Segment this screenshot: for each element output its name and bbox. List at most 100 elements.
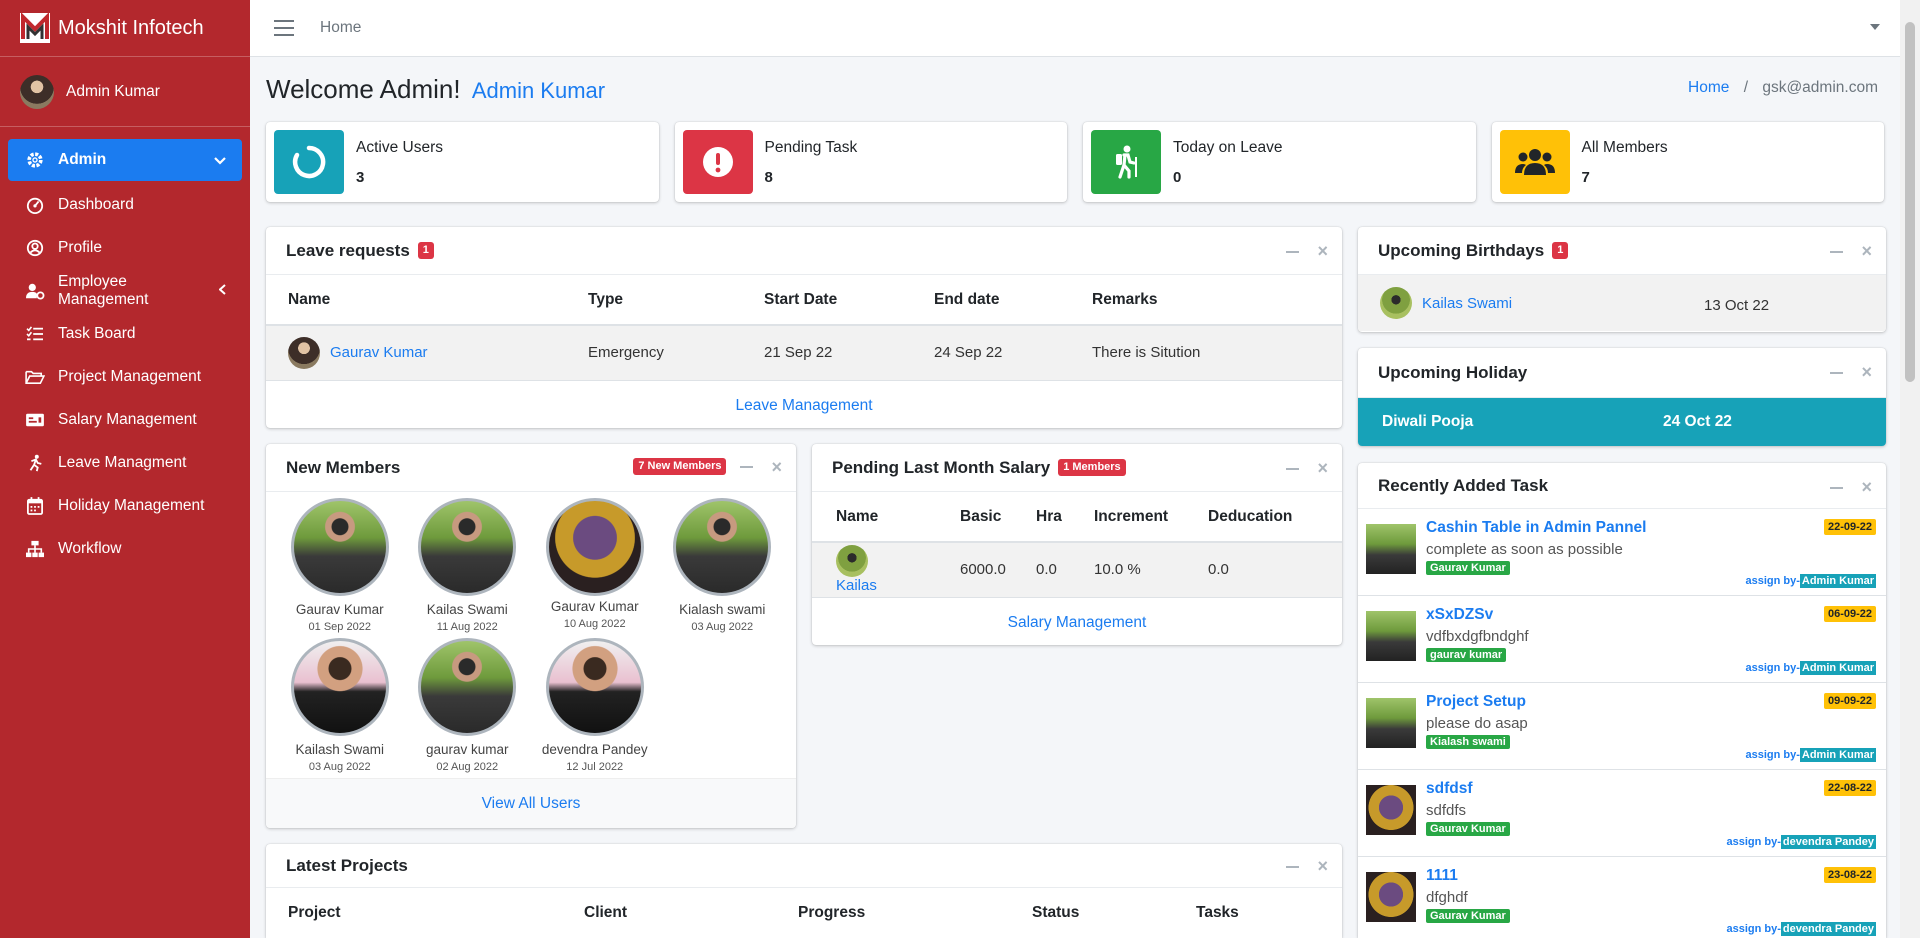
card-header: Upcoming Holiday ×: [1358, 348, 1886, 398]
close-icon[interactable]: ×: [1317, 857, 1328, 875]
sidebar-item-label: Leave Managment: [58, 453, 187, 471]
close-icon[interactable]: ×: [1861, 242, 1872, 260]
brand[interactable]: Mokshit Infotech: [0, 0, 250, 57]
card-tools: ×: [1830, 242, 1872, 260]
scrollbar-thumb[interactable]: [1905, 22, 1915, 382]
leave-management-link[interactable]: Leave Management: [266, 381, 1342, 429]
scrollbar[interactable]: [1900, 0, 1920, 938]
minimize-icon[interactable]: [1830, 487, 1844, 489]
recent-tasks-card: Recently Added Task × Cashin Table in Ad…: [1358, 463, 1886, 938]
close-icon[interactable]: ×: [1861, 363, 1872, 381]
calendar-icon: [24, 495, 46, 517]
list-item[interactable]: Cashin Table in Admin Pannel complete as…: [1358, 509, 1886, 596]
task-avatar: [1366, 611, 1416, 661]
minimize-icon[interactable]: [740, 465, 754, 468]
caret-down-icon[interactable]: [1870, 24, 1880, 30]
list-item[interactable]: 1111 dfghdf Gaurav Kumar 23-08-22 assign…: [1358, 857, 1886, 938]
column-header: Status: [1032, 904, 1080, 921]
member-avatar: [290, 638, 389, 736]
breadcrumb-home-link[interactable]: Home: [1688, 79, 1729, 96]
employee-link[interactable]: Kailas: [836, 577, 877, 594]
table-row: Kailas 6000.0 0.0 10.0 % 0.0: [812, 542, 1342, 598]
list-item[interactable]: Project Setup please do asap Kialash swa…: [1358, 683, 1886, 770]
list-item[interactable]: sdfdsf sdfdfs Gaurav Kumar 22-08-22 assi…: [1358, 770, 1886, 857]
stat-active-users[interactable]: Active Users 3: [266, 122, 659, 202]
task-title[interactable]: Project Setup: [1426, 693, 1876, 711]
task-title[interactable]: Cashin Table in Admin Pannel: [1426, 519, 1876, 537]
sidebar-item-salary-management[interactable]: Salary Management: [8, 398, 242, 441]
member-card[interactable]: Kailas Swami 11 Aug 2022: [404, 496, 532, 636]
projects-table: Project Client Progress Status Tasks: [266, 888, 1342, 938]
task-title[interactable]: sdfdsf: [1426, 780, 1876, 798]
minimize-icon[interactable]: [1286, 468, 1300, 470]
sidebar-item-label: Task Board: [58, 324, 136, 342]
user-gear-icon: [24, 280, 46, 302]
column-header: Start Date: [742, 275, 912, 326]
task-date-badge: 06-09-22: [1823, 606, 1876, 622]
page-header: Welcome Admin! Admin Kumar Home / gsk@ad…: [266, 57, 1884, 122]
stat-label: Pending Task: [764, 138, 858, 156]
sidebar-item-leave-managment[interactable]: Leave Managment: [8, 441, 242, 484]
topbar-home-link[interactable]: Home: [320, 19, 361, 37]
brand-logo-icon: [20, 11, 50, 45]
sidebar-item-label: Holiday Management: [58, 496, 205, 514]
welcome-user-name[interactable]: Admin Kumar: [472, 78, 605, 103]
card-header: Pending Last Month Salary 1 Members ×: [812, 444, 1342, 492]
close-icon[interactable]: ×: [1861, 478, 1872, 496]
stat-today-on-leave[interactable]: Today on Leave 0: [1083, 122, 1476, 202]
member-card[interactable]: gaurav kumar 02 Aug 2022: [404, 636, 532, 776]
salary-management-link[interactable]: Salary Management: [812, 598, 1342, 646]
sidebar-item-holiday-management[interactable]: Holiday Management: [8, 484, 242, 527]
view-all-users-link[interactable]: View All Users: [266, 778, 796, 828]
circle-notch-icon: [274, 130, 344, 194]
member-card[interactable]: Gaurav Kumar 01 Sep 2022: [276, 496, 404, 636]
minimize-icon[interactable]: [1830, 372, 1844, 374]
members-grid: Gaurav Kumar 01 Sep 2022 Kailas Swami 11 A…: [266, 492, 796, 776]
table-header-row: Name Type Start Date End date Remarks: [266, 275, 1342, 326]
assign-prefix: assign by-: [1745, 575, 1800, 587]
table-row: Gaurav Kumar Emergency 21 Sep 22 24 Sep …: [266, 325, 1342, 381]
card-title: Recently Added Task: [1378, 475, 1549, 495]
employee-link[interactable]: Gaurav Kumar: [330, 344, 428, 361]
sidebar-item-profile[interactable]: Profile: [8, 226, 242, 269]
sidebar-item-project-management[interactable]: Project Management: [8, 355, 242, 398]
sidebar-item-label: Employee Management: [58, 272, 149, 308]
sidebar-item-workflow[interactable]: Workflow: [8, 527, 242, 570]
task-assignee-badge: Gaurav Kumar: [1426, 822, 1510, 836]
list-item[interactable]: xSxDZSv vdfbxdgfbndghf gaurav kumar 06-0…: [1358, 596, 1886, 683]
hiking-icon: [1091, 130, 1161, 194]
user-panel[interactable]: Admin Kumar: [0, 57, 250, 127]
close-icon[interactable]: ×: [771, 458, 782, 476]
sidebar-item-employee-management[interactable]: Employee Management: [8, 269, 242, 312]
hamburger-menu-icon[interactable]: [274, 20, 294, 36]
assigner-name: devendra Pandey: [1780, 835, 1876, 849]
birthday-name-link[interactable]: Kailas Swami: [1422, 295, 1704, 312]
count-badge: 1 Members: [1058, 458, 1126, 477]
sidebar-item-dashboard[interactable]: Dashboard: [8, 183, 242, 226]
count-badge: 1: [1552, 241, 1569, 260]
task-assignee-badge: Gaurav Kumar: [1426, 909, 1510, 923]
card-tools: ×: [1830, 363, 1872, 381]
exclamation-circle-icon: [682, 130, 753, 194]
member-card[interactable]: Kailash Swami 03 Aug 2022: [276, 636, 404, 776]
member-card[interactable]: Gaurav Kumar 10 Aug 2022: [531, 496, 659, 636]
member-card[interactable]: devendra Pandey 12 Jul 2022: [531, 636, 659, 776]
close-icon[interactable]: ×: [1317, 459, 1328, 477]
stat-all-members[interactable]: All Members 7: [1491, 122, 1884, 202]
minimize-icon[interactable]: [1286, 251, 1300, 253]
member-card[interactable]: Kialash swami 03 Aug 2022: [659, 496, 787, 636]
task-assigned-by: assign by- Admin Kumar: [1745, 574, 1876, 588]
chevron-left-icon: [218, 282, 226, 300]
sidebar-item-admin[interactable]: Admin: [8, 139, 242, 181]
minimize-icon[interactable]: [1286, 866, 1300, 868]
sidebar-item-task-board[interactable]: Task Board: [8, 312, 242, 355]
stat-label: All Members: [1581, 138, 1668, 156]
close-icon[interactable]: ×: [1317, 242, 1328, 260]
task-title[interactable]: xSxDZSv: [1426, 606, 1876, 624]
task-title[interactable]: 1111: [1426, 867, 1876, 885]
stat-pending-task[interactable]: Pending Task 8: [674, 122, 1067, 202]
minimize-icon[interactable]: [1830, 251, 1844, 253]
leave-type-cell: Emergency: [566, 325, 742, 381]
sitemap-icon: [24, 538, 46, 560]
column-header: Type: [566, 275, 742, 326]
